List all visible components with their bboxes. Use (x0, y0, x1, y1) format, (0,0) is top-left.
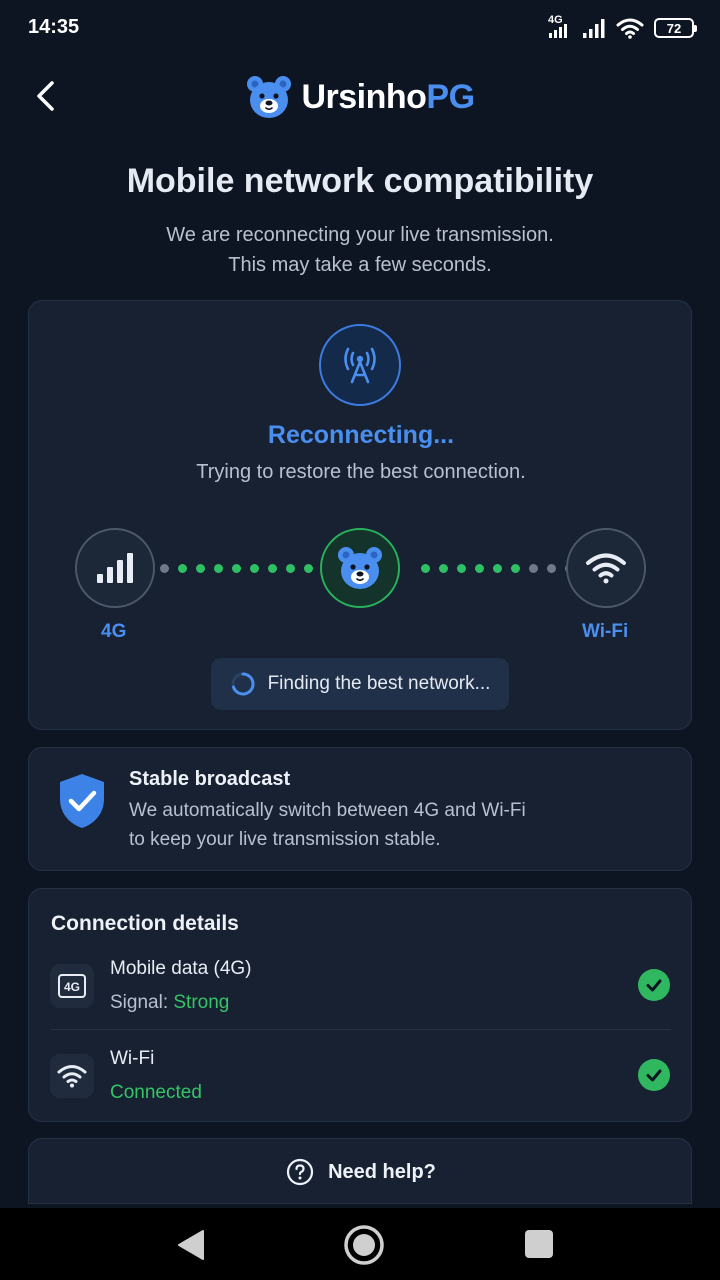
stable-broadcast-text: We automatically switch between 4G and W… (129, 796, 649, 854)
spinner-icon (231, 672, 255, 696)
brand-name-first: Ursinho (301, 77, 427, 116)
wifi-status-value: Connected (110, 1082, 202, 1103)
connection-details-card: Connection details 4G Mobile data (4G) S… (28, 888, 692, 1122)
row-divider (51, 1029, 671, 1030)
wifi-status: Connected (110, 1082, 202, 1104)
stable-broadcast-card: Stable broadcast We automatically switch… (28, 747, 692, 871)
stable-broadcast-title: Stable broadcast (129, 768, 291, 790)
question-circle-icon (286, 1158, 314, 1186)
connection-dots-left (160, 564, 313, 574)
detail-row-wifi: Wi-Fi Connected (29, 1039, 693, 1119)
page-title: Mobile network compatibility (126, 162, 594, 200)
4g-badge-text: 4G (64, 980, 80, 994)
node-4g (75, 528, 155, 608)
stable-text-line-2: to keep your live transmission stable. (129, 829, 441, 850)
reconnect-card: Reconnecting... Trying to restore the be… (28, 300, 692, 730)
page-subtitle: We are reconnecting your live transmissi… (0, 220, 720, 280)
battery-icon: 72 (654, 18, 697, 38)
signal-bars-icon (97, 553, 133, 583)
status-time: 14:35 (28, 16, 80, 38)
node-bear (320, 528, 400, 608)
connection-dots-right (421, 564, 574, 574)
node-wifi (566, 528, 646, 608)
wifi-icon (616, 18, 644, 39)
detail-row-mobile: 4G Mobile data (4G) Signal: Strong (29, 949, 693, 1029)
label-wifi: Wi-Fi (582, 621, 629, 642)
signal-strength: Strong (173, 992, 230, 1013)
stable-text-line-1: We automatically switch between 4G and W… (129, 800, 526, 821)
finding-network-status: Finding the best network... (211, 658, 509, 710)
signal-icon (583, 19, 605, 38)
signal-prefix: Signal: (110, 992, 174, 1013)
system-nav-bar (0, 1208, 720, 1280)
label-4g: 4G (101, 621, 127, 642)
brand-logo: UrsinhoPG (0, 70, 720, 124)
need-help-content: Need help? (29, 1139, 693, 1205)
need-help-label: Need help? (328, 1160, 436, 1183)
subtitle-line-2: This may take a few seconds. (228, 254, 492, 276)
bear-icon (247, 76, 292, 118)
reconnecting-text: Trying to restore the best connection. (196, 461, 526, 483)
nav-home-icon[interactable] (343, 1224, 385, 1266)
mobile-data-name: Mobile data (4G) (110, 958, 252, 979)
brand-name-accent: PG (426, 77, 475, 116)
status-bar: 14:35 4G 72 (0, 0, 720, 56)
4g-icon: 4G (548, 14, 572, 40)
bear-icon (338, 547, 382, 589)
wifi-icon (50, 1054, 94, 1098)
check-icon (638, 969, 670, 1001)
reconnecting-title: Reconnecting... (267, 421, 455, 449)
tower-icon (319, 324, 401, 406)
subtitle-line-1: We are reconnecting your live transmissi… (166, 224, 554, 246)
nav-back-icon[interactable] (176, 1229, 206, 1261)
battery-level: 72 (666, 20, 682, 36)
connection-details-title: Connection details (51, 912, 239, 935)
shield-check-icon (60, 774, 104, 828)
status-icons: 4G 72 (548, 14, 697, 42)
finding-network-text: Finding the best network... (267, 673, 491, 694)
need-help-button[interactable]: Need help? (28, 1138, 692, 1204)
wifi-name: Wi-Fi (110, 1048, 155, 1069)
brand-name: UrsinhoPG (301, 77, 475, 117)
nav-recents-icon[interactable] (525, 1230, 553, 1258)
screen: 14:35 4G 72 UrsinhoPG Mobile network com… (0, 0, 720, 1280)
mobile-data-status: Signal: Strong (110, 992, 229, 1014)
wifi-icon (586, 553, 626, 584)
4g-badge-icon: 4G (50, 964, 94, 1008)
check-icon (638, 1059, 670, 1091)
